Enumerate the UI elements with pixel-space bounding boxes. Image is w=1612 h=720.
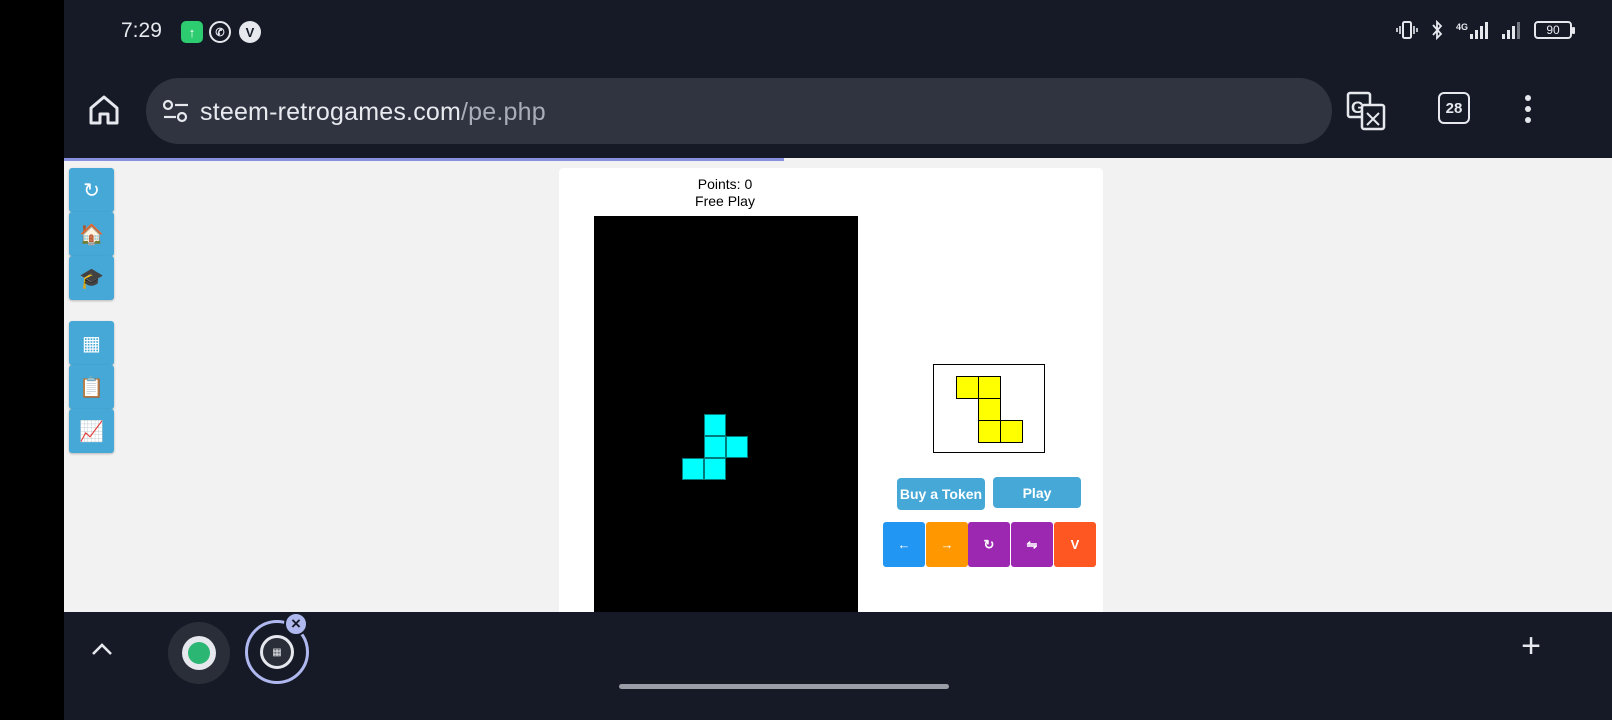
tab-thumbnail[interactable]	[168, 622, 230, 684]
address-bar[interactable]: steem-retrogames.com/pe.php	[146, 78, 1332, 144]
drop-button[interactable]: V	[1054, 522, 1096, 567]
url-domain: steem-retrogames.com	[200, 98, 462, 126]
status-bar: 7:29 ↑ ✆ V 4G 90	[64, 0, 1612, 64]
learn-button[interactable]: 🎓	[69, 256, 114, 300]
play-button[interactable]: Play	[993, 477, 1081, 508]
move-right-button[interactable]: →	[926, 522, 968, 567]
bluetooth-icon	[1430, 20, 1444, 40]
home-icon[interactable]	[86, 92, 122, 128]
board-block	[704, 458, 726, 480]
page-load-progress	[64, 158, 784, 161]
clock: 7:29	[121, 19, 162, 42]
v-app-notification-icon: V	[239, 21, 261, 43]
browser-toolbar: steem-retrogames.com/pe.php G 28	[64, 72, 1612, 152]
home-button[interactable]: 🏠	[69, 212, 114, 256]
chevron-up-icon[interactable]	[90, 638, 114, 662]
grid-button[interactable]: ▦	[69, 321, 114, 365]
chart-button[interactable]: 📈	[69, 409, 114, 453]
site-settings-icon[interactable]	[162, 98, 190, 124]
move-left-button[interactable]: ←	[883, 522, 925, 567]
url-text[interactable]: steem-retrogames.com/pe.php	[200, 98, 546, 127]
next-piece-block	[978, 420, 1001, 443]
reload-button[interactable]: ↻	[69, 168, 114, 212]
next-piece-block	[1000, 420, 1023, 443]
translate-icon[interactable]: G	[1346, 91, 1386, 131]
board-block	[726, 436, 748, 458]
network-type-label: 4G	[1455, 21, 1468, 32]
next-piece-preview	[933, 364, 1045, 453]
vibrate-icon	[1396, 20, 1418, 40]
points-label: Points: 0	[697, 176, 753, 192]
board-block	[682, 458, 704, 480]
new-tab-plus-icon[interactable]: +	[1516, 629, 1546, 663]
url-path: /pe.php	[461, 98, 546, 126]
next-piece-block	[978, 376, 1001, 399]
battery-icon: 90	[1534, 21, 1575, 39]
tab-switcher-button[interactable]: 28	[1438, 92, 1470, 124]
web-content: ↻ 🏠 🎓 ▦ 📋 📈 Points: 0 Free Play Buy a To…	[64, 158, 1612, 612]
overflow-menu-icon[interactable]	[1516, 92, 1540, 126]
rotate-button[interactable]: ↻	[968, 522, 1010, 567]
board-block	[704, 436, 726, 458]
clipboard-button[interactable]: 📋	[69, 365, 114, 409]
signal-icon	[1502, 21, 1522, 39]
phone-screen: 7:29 ↑ ✆ V 4G 90 steem-retrogames.com/pe…	[64, 0, 1612, 720]
signal-4g-icon: 4G	[1455, 21, 1490, 39]
whatsapp-notification-icon: ✆	[209, 21, 231, 43]
system-icons: 4G 90	[1396, 20, 1575, 40]
swap-button[interactable]: ⇋	[1011, 522, 1053, 567]
upload-notification-icon: ↑	[181, 21, 203, 43]
next-piece-block	[956, 376, 979, 399]
gesture-navigation-bar[interactable]	[619, 684, 949, 689]
next-piece-block	[978, 398, 1001, 421]
buy-token-button[interactable]: Buy a Token	[897, 478, 985, 510]
battery-level: 90	[1546, 23, 1560, 37]
board-block	[704, 414, 726, 436]
close-tab-icon[interactable]: ×	[284, 612, 308, 636]
game-board[interactable]	[594, 216, 858, 612]
game-panel: Points: 0 Free Play Buy a Token Play ← →…	[559, 168, 1103, 612]
mode-label: Free Play	[695, 193, 755, 209]
tab-group-strip: ▦ × +	[64, 612, 1612, 720]
